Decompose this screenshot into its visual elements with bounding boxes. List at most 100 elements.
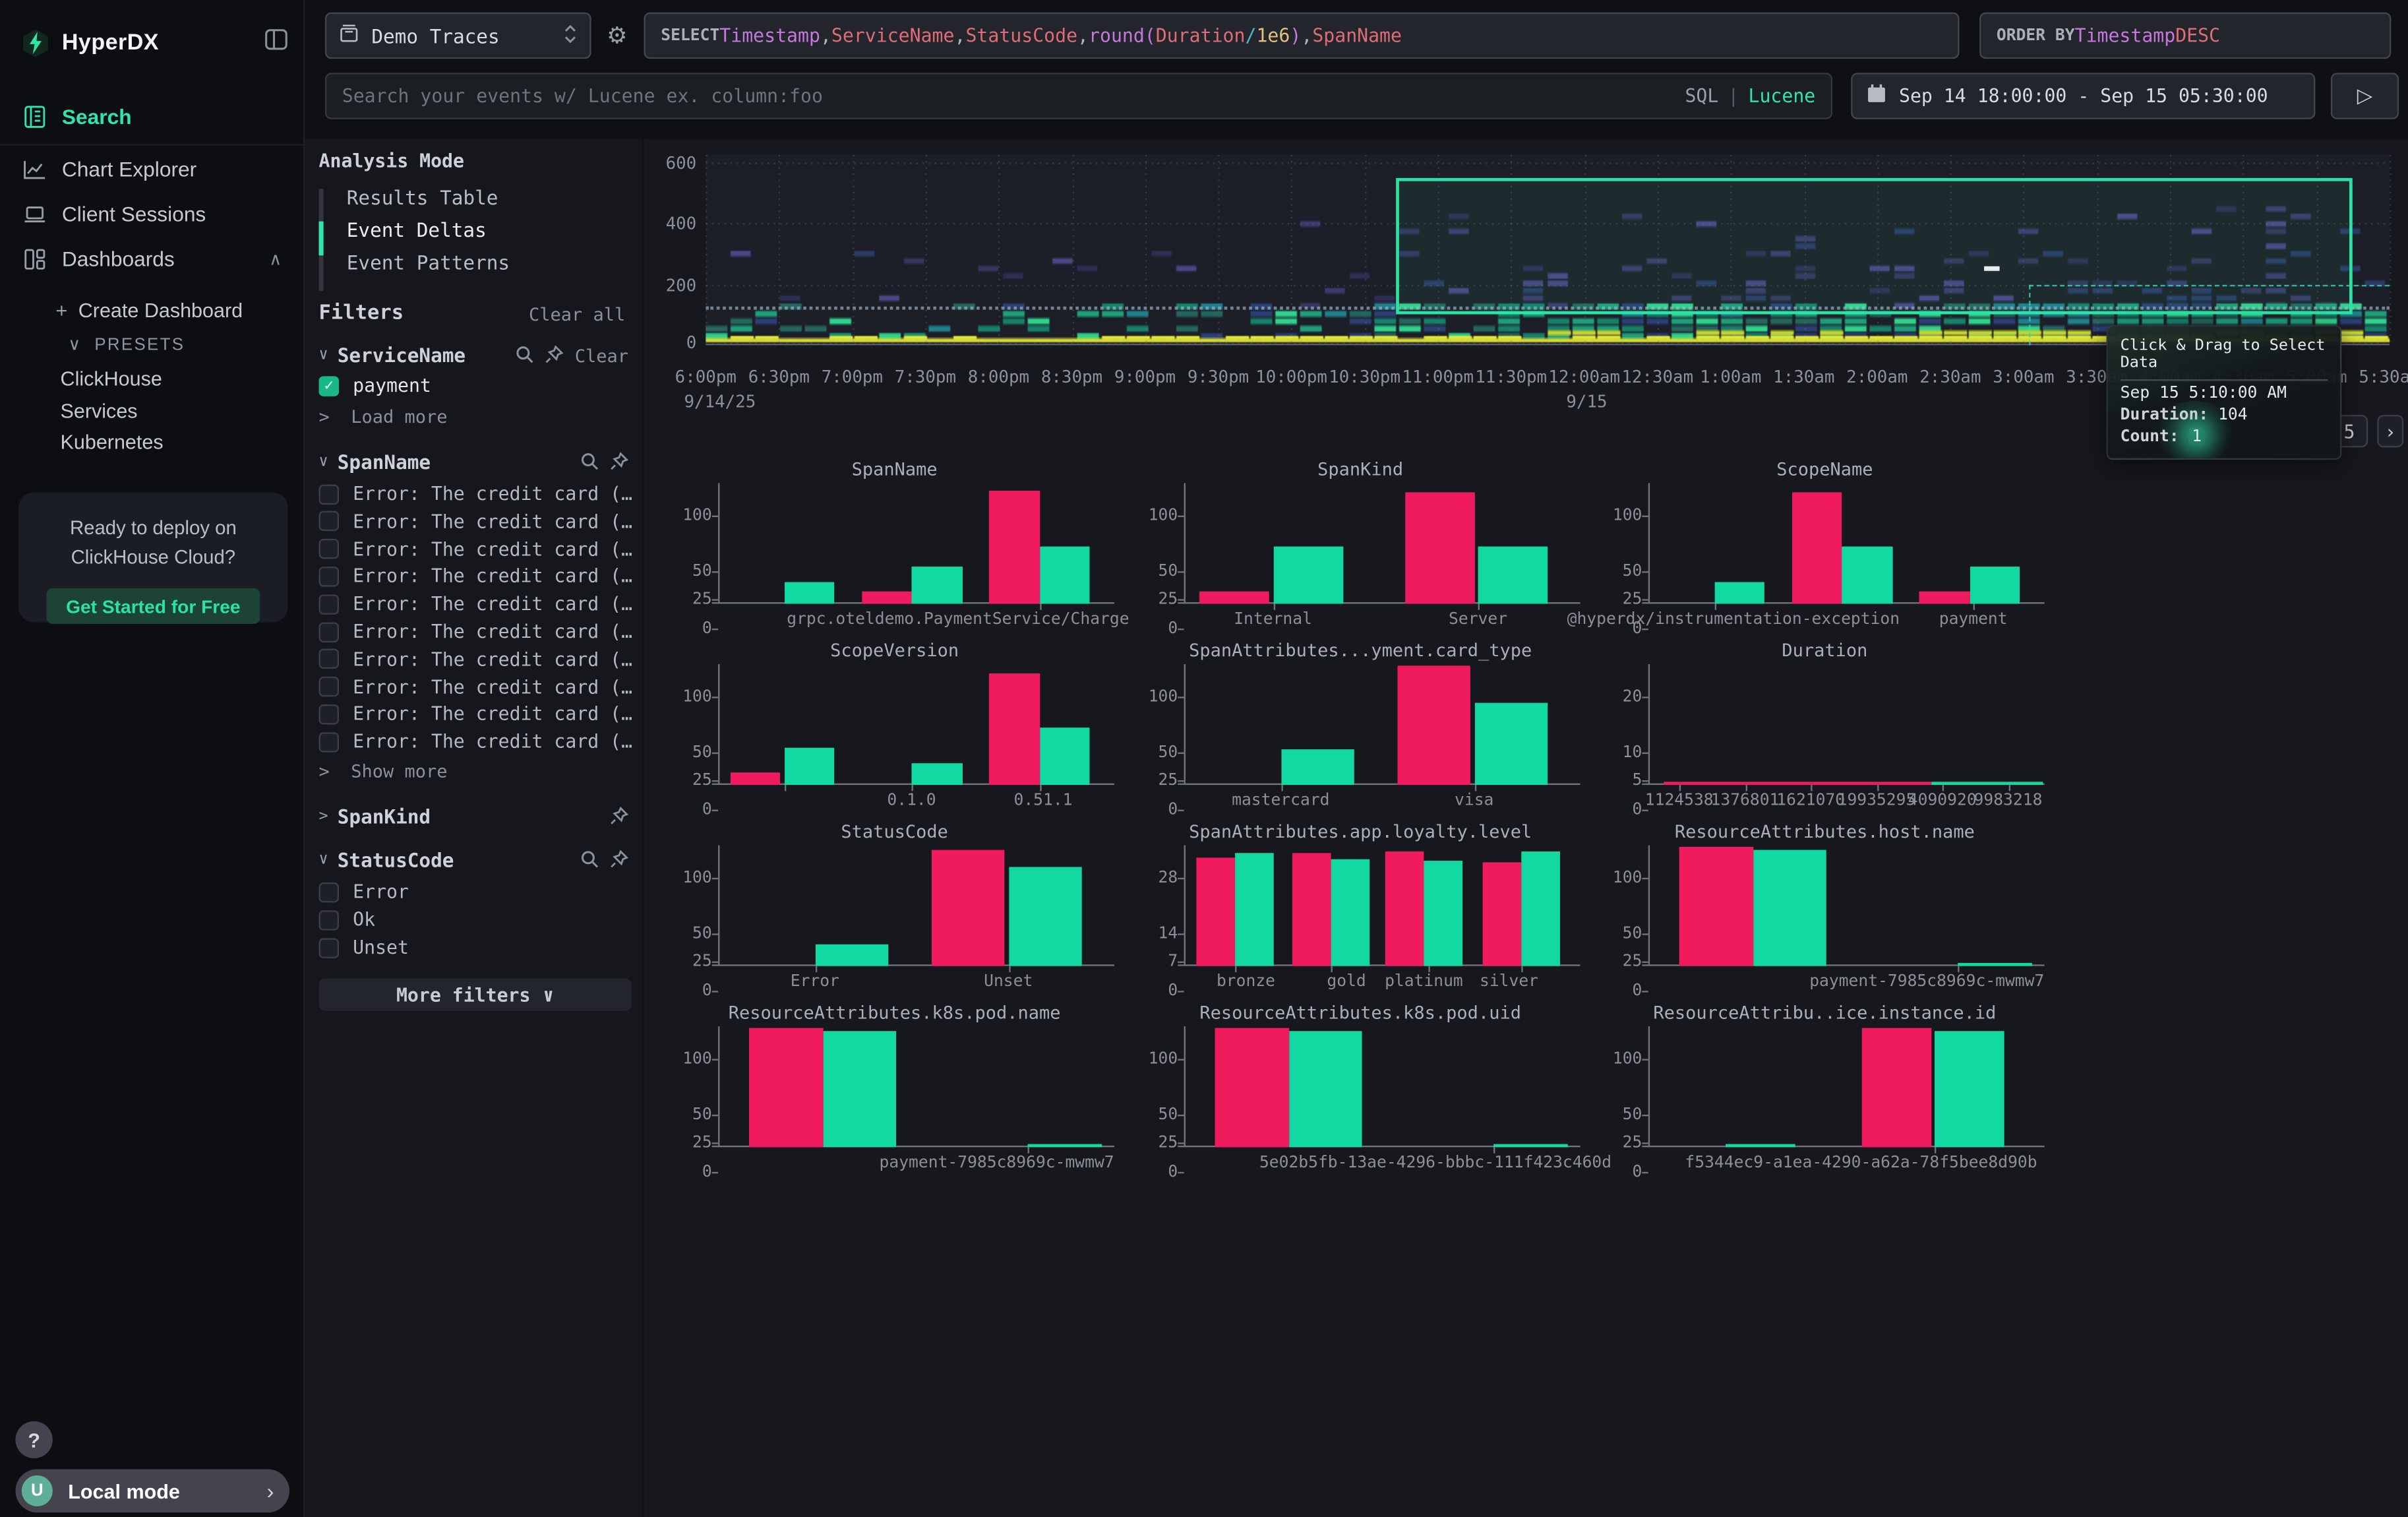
bar-inlier[interactable]	[912, 567, 962, 604]
bar-outlier[interactable]	[730, 773, 780, 785]
checkbox-icon[interactable]	[319, 621, 340, 642]
chart-plot[interactable]: 100502505e02b5fb-13ae-4296-bbbc-111f423c…	[1184, 1026, 1571, 1147]
bar-inlier[interactable]	[1726, 1144, 1795, 1147]
checkbox-icon[interactable]	[319, 511, 340, 532]
bar-inlier[interactable]	[1039, 728, 1089, 785]
run-query-button[interactable]: ▷	[2331, 73, 2399, 119]
chart-plot[interactable]: 10050250payment-7985c8969c-mwmw7	[1648, 846, 2035, 966]
sidebar-item-search[interactable]: Search	[0, 99, 303, 133]
filter-option[interactable]: Unset	[319, 937, 409, 958]
bar-outlier[interactable]	[989, 491, 1039, 604]
bar-inlier[interactable]	[1039, 547, 1089, 604]
bar-outlier[interactable]	[1215, 1028, 1288, 1147]
chart-plot[interactable]: 10050250f5344ec9-a1ea-4290-a62a-78f5bee8…	[1648, 1026, 2035, 1147]
filter-option-payment[interactable]: ✓ payment	[319, 375, 431, 396]
search-icon[interactable]	[516, 340, 534, 370]
bar-inlier[interactable]	[1493, 1144, 1567, 1147]
filter-option[interactable]: Error: The credit card (…	[319, 648, 633, 670]
checkbox-icon[interactable]	[319, 649, 340, 669]
bar-inlier[interactable]	[1273, 547, 1343, 604]
chart-plot[interactable]: 10050250payment-7985c8969c-mwmw7	[718, 1026, 1105, 1147]
show-more-button[interactable]: > Show more	[319, 760, 448, 782]
bar-inlier[interactable]	[912, 764, 962, 785]
checkbox-icon[interactable]	[319, 882, 340, 902]
bar-outlier[interactable]	[1385, 851, 1424, 966]
bar-outlier[interactable]	[1195, 857, 1234, 966]
bar-inlier[interactable]	[815, 945, 888, 966]
bar-inlier[interactable]	[784, 582, 834, 604]
bar-inlier[interactable]	[1970, 567, 2020, 604]
bar-inlier[interactable]	[1028, 1144, 1101, 1147]
order-by-input[interactable]: ORDER BY Timestamp DESC	[1979, 13, 2391, 59]
search-icon[interactable]	[580, 447, 599, 477]
bar-inlier[interactable]	[1474, 703, 1548, 785]
sidebar-item-kubernetes[interactable]: Kubernetes	[61, 431, 164, 454]
checkbox-icon[interactable]	[319, 910, 340, 930]
help-button[interactable]: ?	[15, 1421, 52, 1458]
sidebar-item-dashboards[interactable]: Dashboards ∧	[0, 241, 303, 276]
chart-plot[interactable]: 10050250ErrorUnset	[718, 846, 1105, 966]
lang-lucene[interactable]: Lucene	[1748, 85, 1815, 107]
checkbox-icon[interactable]	[319, 704, 340, 725]
bar-outlier[interactable]	[861, 592, 911, 604]
bar-inlier[interactable]	[1935, 1031, 2004, 1147]
pin-icon[interactable]	[545, 340, 564, 370]
filter-section-servicename[interactable]: ∨ ServiceName Clear	[319, 340, 628, 370]
more-filters-button[interactable]: More filters∨	[319, 978, 632, 1010]
bar-outlier[interactable]	[989, 674, 1039, 785]
analysis-mode-event-patterns[interactable]: Event Patterns	[347, 251, 510, 274]
checkbox-icon[interactable]	[319, 937, 340, 958]
filter-option[interactable]: Ok	[319, 909, 376, 931]
heatmap-selection-box[interactable]	[1396, 178, 2353, 315]
sidebar-item-client-sessions[interactable]: Client Sessions	[0, 197, 303, 231]
bar-inlier[interactable]	[1008, 867, 1081, 966]
bar-inlier[interactable]	[823, 1031, 896, 1147]
bar-outlier[interactable]	[1292, 853, 1331, 966]
filter-option[interactable]: Error: The credit card (…	[319, 566, 633, 588]
checkbox-icon[interactable]	[319, 731, 340, 752]
chart-plot[interactable]: 10050250grpc.oteldemo.PaymentService/Cha…	[718, 483, 1105, 604]
local-mode-menu[interactable]: U Local mode ›	[15, 1469, 289, 1512]
chart-plot[interactable]: 10050250mastercardvisa	[1184, 664, 1571, 785]
bar-inlier[interactable]	[1424, 861, 1462, 966]
duration-heatmap[interactable]	[706, 155, 2390, 346]
sql-select-input[interactable]: SELECT Timestamp, ServiceName, StatusCod…	[644, 13, 1959, 59]
chart-plot[interactable]: 2010501124538137680116210701993529540909…	[1648, 664, 2035, 785]
clear-all-button[interactable]: Clear all	[529, 303, 625, 325]
filter-option[interactable]: Error	[319, 881, 409, 903]
bar-outlier[interactable]	[1482, 863, 1520, 966]
filter-option[interactable]: Error: The credit card (…	[319, 483, 633, 505]
bar-outlier[interactable]	[1199, 592, 1269, 604]
pin-icon[interactable]	[610, 846, 628, 875]
checkbox-icon[interactable]	[319, 594, 340, 615]
presets-toggle[interactable]: ∨PRESETS	[68, 334, 185, 355]
bar-inlier[interactable]	[1958, 962, 2031, 966]
filter-section-spanname[interactable]: ∨ SpanName	[319, 447, 628, 477]
lucene-search-input[interactable]: Search your events w/ Lucene ex. column:…	[325, 73, 1832, 119]
filter-option[interactable]: Error: The credit card (…	[319, 538, 633, 560]
source-select[interactable]: Demo Traces	[325, 13, 591, 59]
sidebar-item-clickhouse[interactable]: ClickHouse	[61, 367, 162, 390]
bar-inlier[interactable]	[1842, 547, 1892, 604]
chart-plot[interactable]: 100502500.1.00.51.1	[718, 664, 1105, 785]
analysis-mode-event-deltas[interactable]: Event Deltas	[347, 218, 487, 241]
bar-inlier[interactable]	[784, 748, 834, 785]
bar-outlier[interactable]	[1791, 493, 1842, 604]
search-icon[interactable]	[580, 846, 599, 875]
date-range-picker[interactable]: Sep 14 18:00:00 - Sep 15 05:30:00	[1851, 73, 2315, 119]
bar-outlier[interactable]	[1679, 848, 1753, 966]
filter-section-statuscode[interactable]: ∨ StatusCode	[319, 846, 628, 875]
bar-inlier[interactable]	[1520, 851, 1559, 966]
filter-option[interactable]: Error: The credit card (…	[319, 621, 633, 642]
pin-icon[interactable]	[610, 802, 628, 832]
bar-inlier[interactable]	[1478, 547, 1548, 604]
checkbox-checked-icon[interactable]: ✓	[319, 375, 340, 396]
bar-outlier[interactable]	[749, 1028, 822, 1147]
bar-inlier[interactable]	[1714, 582, 1764, 604]
sidebar-item-chart-explorer[interactable]: Chart Explorer	[0, 152, 303, 186]
bar-outlier[interactable]	[931, 850, 1004, 966]
bar-inlier[interactable]	[1234, 853, 1273, 966]
pin-icon[interactable]	[610, 447, 628, 477]
analysis-mode-results-table[interactable]: Results Table	[347, 186, 498, 209]
bar-inlier[interactable]	[1280, 750, 1354, 785]
